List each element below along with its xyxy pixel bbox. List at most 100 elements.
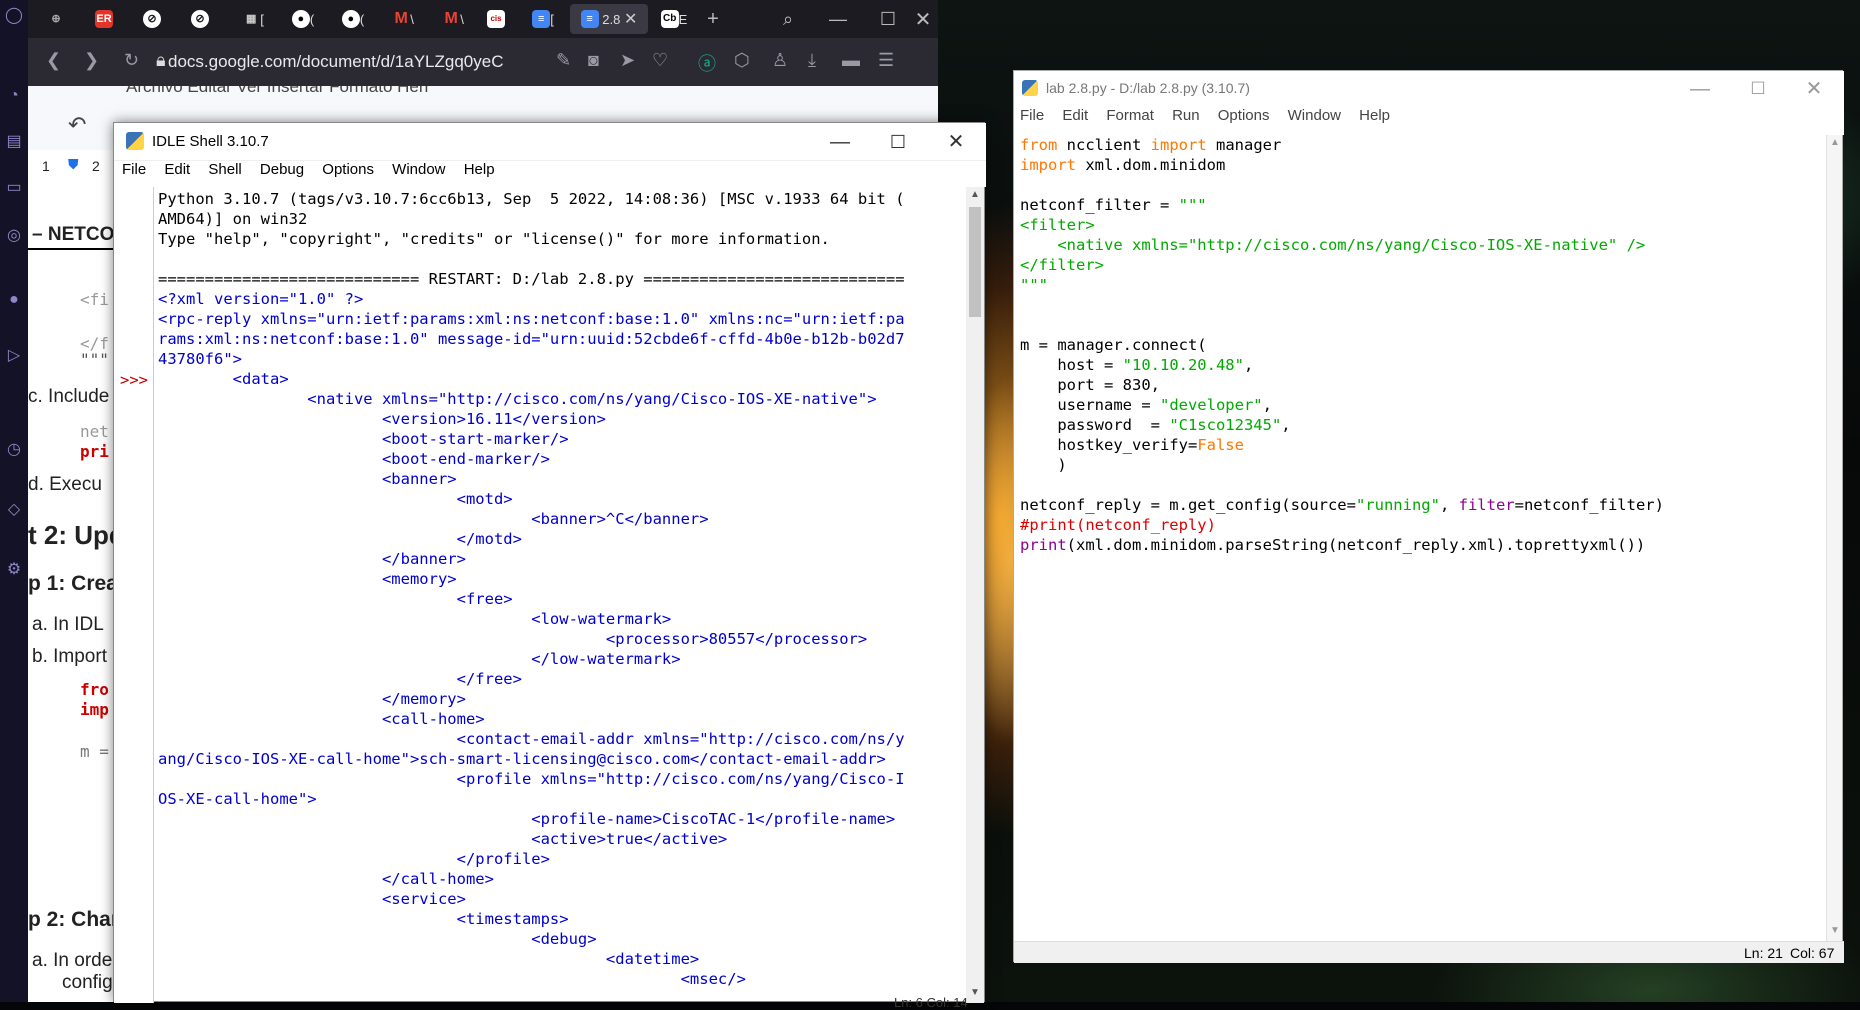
shell-line: <version>16.11</version>	[158, 410, 606, 428]
ruler-number: 1	[42, 158, 50, 174]
minimize-icon[interactable]: —	[1672, 71, 1728, 107]
code-token: print	[1020, 536, 1067, 554]
code-line: password = "C1sco12345",	[1020, 415, 1820, 435]
doc-list-item: b. Import	[32, 646, 107, 667]
code-line: print(xml.dom.minidom.parseString(netcon…	[1020, 535, 1820, 555]
maximize-icon[interactable]: ☐	[1730, 71, 1786, 107]
tab-label: 2.8	[602, 11, 621, 27]
menu-options[interactable]: Options	[322, 161, 374, 178]
menu-help[interactable]: Help	[464, 161, 495, 178]
menu-options[interactable]: Options	[1218, 107, 1270, 124]
shell-titlebar: IDLE Shell 3.10.7 — ☐ ✕	[114, 123, 986, 161]
maximize-icon[interactable]: ☐	[870, 123, 926, 161]
close-tab-icon[interactable]: ✕	[624, 9, 637, 29]
history-icon[interactable]: ◷	[4, 440, 24, 460]
menu-window[interactable]: Window	[392, 161, 445, 178]
code-token: (xml.dom.minidom.parseString(netconf_rep…	[1066, 536, 1646, 554]
speed-icon[interactable]: ◔	[4, 86, 24, 106]
code-line: #print(netconf_reply)	[1020, 516, 1216, 534]
menu-file[interactable]: File	[1020, 107, 1044, 124]
undo-icon[interactable]: ↶	[68, 112, 86, 138]
tab-gmail-2[interactable]: M \	[430, 4, 476, 34]
code-line: hostkey_verify=False	[1020, 435, 1820, 455]
edit-url-icon[interactable]: ✎	[556, 50, 571, 71]
send-icon[interactable]: ▷	[4, 346, 24, 366]
scroll-down-icon[interactable]: ▼	[1830, 925, 1840, 936]
tab-cb[interactable]: Cb E	[654, 4, 694, 34]
opera-icon[interactable]: ◯	[4, 6, 24, 26]
menu-shell[interactable]: Shell	[208, 161, 241, 178]
code-token: "C1sco12345"	[1169, 416, 1282, 434]
battery-icon[interactable]: ▬	[842, 50, 860, 71]
code-line: <native xmlns="http://cisco.com/ns/yang/…	[1020, 236, 1646, 254]
settings-icon[interactable]: ⚙	[4, 560, 24, 580]
twitch-icon[interactable]: ▭	[4, 178, 24, 198]
editor-titlebar: lab 2.8.py - D:/lab 2.8.py (3.10.7) — ☐ …	[1014, 71, 1844, 107]
cube-icon[interactable]: ⬡	[734, 50, 750, 71]
shell-scroll-thumb[interactable]	[969, 207, 981, 317]
forward-icon[interactable]: ❯	[84, 50, 99, 71]
maximize-icon[interactable]: ☐	[873, 4, 903, 34]
tab-cisco[interactable]: cis	[478, 4, 514, 34]
whatsapp-icon[interactable]: ●	[4, 290, 24, 310]
minimize-icon[interactable]: —	[812, 123, 868, 161]
tab-github-1[interactable]: ●(	[280, 4, 326, 34]
reload-icon[interactable]: ↻	[124, 50, 139, 71]
send-icon[interactable]: ➤	[620, 50, 635, 71]
menu-window[interactable]: Window	[1288, 107, 1341, 124]
easy-setup-icon[interactable]: ☰	[878, 50, 894, 71]
tab-gamepad[interactable]: ⊕	[38, 4, 74, 34]
tab-globe-1[interactable]: ⊘	[134, 4, 170, 34]
tab-er[interactable]: ER	[86, 4, 122, 34]
code-editor[interactable]: from ncclient import manager import xml.…	[1020, 135, 1820, 925]
docs-menu-text[interactable]: Archivo Editar Ver Insertar Formato Herr	[28, 86, 430, 96]
tab-globe-2[interactable]: ⊘	[182, 4, 218, 34]
shell-line: <boot-start-marker/>	[158, 430, 569, 448]
code-token: ,	[1439, 496, 1459, 514]
menu-debug[interactable]: Debug	[260, 161, 304, 178]
close-icon[interactable]: ✕	[928, 123, 984, 161]
shell-scrollbar[interactable]: ▲ ▼	[966, 187, 984, 1003]
menu-edit[interactable]: Edit	[1062, 107, 1088, 124]
back-icon[interactable]: ❮	[46, 50, 61, 71]
url-field[interactable]: docs.google.com/document/d/1aYLZgq0yeC	[168, 47, 598, 77]
shell-line: </banner>	[158, 550, 466, 568]
doc-heading: t 2: Upd	[28, 520, 125, 550]
tab-gdocs-1[interactable]: ≡[	[520, 4, 566, 34]
tab-github-2[interactable]: ●(	[330, 4, 376, 34]
editor-scrollbar[interactable]: ▲ ▼	[1826, 135, 1842, 941]
menu-format[interactable]: Format	[1106, 107, 1154, 124]
menu-edit[interactable]: Edit	[164, 161, 190, 178]
tab-doc[interactable]: ▦[	[228, 4, 278, 34]
menu-run[interactable]: Run	[1172, 107, 1200, 124]
menu-help[interactable]: Help	[1359, 107, 1390, 124]
code-token: filter	[1458, 496, 1515, 514]
tab-gdocs-active[interactable]: ≡ 2.8 ✕	[570, 4, 648, 34]
bag-icon[interactable]: ▤	[4, 132, 24, 152]
doc-code: """	[80, 350, 109, 369]
er-icon: ER	[95, 10, 113, 28]
profile-icon[interactable]: ♙	[772, 50, 788, 71]
code-token: netconf_filter =	[1020, 196, 1179, 214]
download-icon[interactable]: ⤓	[808, 50, 816, 71]
chat-icon[interactable]: ◎	[4, 226, 24, 246]
menu-file[interactable]: File	[122, 161, 146, 178]
close-icon[interactable]: ✕	[1786, 71, 1842, 107]
code-token: netconf_reply = m.get_config(source=	[1020, 496, 1356, 514]
camera-icon[interactable]: ◙	[588, 50, 599, 71]
scroll-up-icon[interactable]: ▲	[1830, 137, 1840, 148]
box-icon[interactable]: ◇	[4, 500, 24, 520]
tab-gmail-1[interactable]: M \	[380, 4, 426, 34]
shell-output[interactable]: Python 3.10.7 (tags/v3.10.7:6cc6b13, Sep…	[158, 189, 966, 1003]
minimize-icon[interactable]: —	[823, 4, 853, 34]
scroll-up-icon[interactable]: ▲	[970, 189, 980, 200]
search-tabs-icon[interactable]: ⌕	[773, 4, 803, 34]
new-tab-button[interactable]: +	[698, 4, 728, 34]
extension-a-icon[interactable]: ⓐ	[698, 50, 716, 76]
heart-icon[interactable]: ♡	[652, 50, 668, 71]
scroll-down-icon[interactable]: ▼	[970, 987, 980, 998]
close-window-icon[interactable]: ✕	[908, 4, 938, 34]
